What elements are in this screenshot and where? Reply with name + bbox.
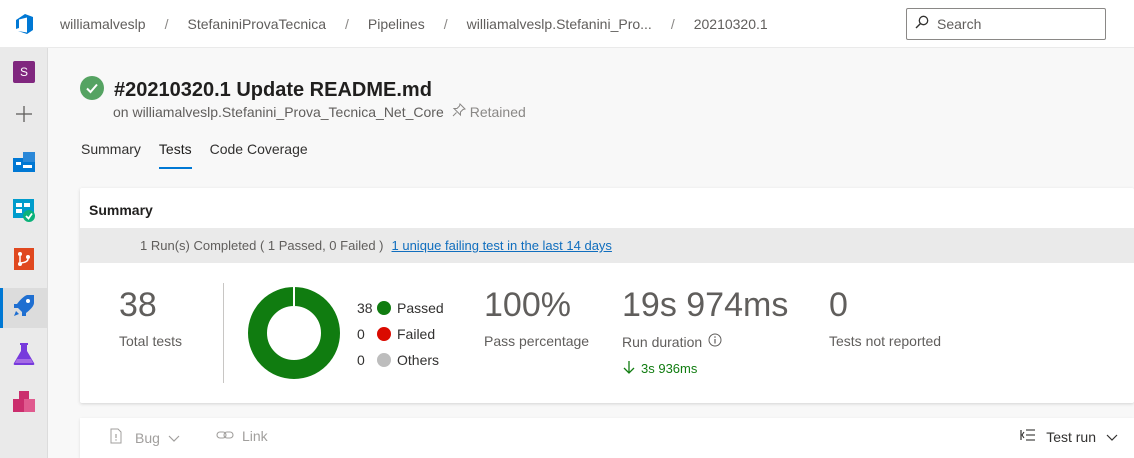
project-avatar: S [13, 61, 35, 83]
failed-label: Failed [397, 326, 436, 342]
run-duration-label: Run duration [622, 333, 703, 350]
breadcrumb-separator: / [670, 16, 675, 32]
build-title-row: #20210320.1 Update README.md [80, 76, 432, 105]
legend-others: 0 Others [357, 352, 439, 368]
link-label: Link [242, 428, 268, 444]
overview-icon [12, 151, 36, 178]
page-title: #20210320.1 Update README.md [114, 79, 432, 101]
tests-toolbar: Bug Link Test run [80, 418, 1134, 458]
link-icon [216, 428, 234, 444]
duration-delta-value: 3s 936ms [641, 361, 698, 376]
chevron-down-icon [168, 430, 180, 446]
retained-label: Retained [469, 103, 526, 120]
boards-icon [12, 198, 36, 227]
nav-test-plans[interactable] [0, 336, 48, 376]
duration-delta: 3s 936ms [622, 360, 697, 377]
chevron-down-icon [1106, 429, 1118, 445]
others-count: 0 [357, 352, 365, 368]
donut-slice-passed [248, 287, 340, 379]
search-input[interactable] [937, 16, 1097, 32]
outcome-donut-chart [248, 287, 340, 379]
left-navigation: S [0, 48, 48, 458]
passed-dot-icon [377, 301, 391, 315]
bug-icon [109, 428, 123, 447]
plus-icon [15, 105, 33, 128]
others-dot-icon [377, 353, 391, 367]
total-tests-label: Total tests [119, 333, 183, 349]
nav-project[interactable]: S [0, 52, 48, 92]
run-status-text: 1 Run(s) Completed ( 1 Passed, 0 Failed … [140, 238, 384, 253]
passed-count: 38 [357, 300, 373, 316]
test-run-dropdown[interactable]: Test run [1020, 428, 1118, 445]
breadcrumb-run[interactable]: 20210320.1 [694, 16, 768, 32]
breadcrumb-organization[interactable]: williamalveslp [60, 16, 146, 32]
breadcrumb-separator: / [345, 16, 349, 32]
arrow-down-icon [622, 360, 636, 377]
repos-icon [12, 247, 36, 276]
run-duration-row: Run duration [622, 333, 722, 350]
run-duration-value: 19s 974ms [622, 286, 789, 324]
bug-label: Bug [135, 429, 160, 446]
breadcrumb: williamalveslp / StefaniniProvaTecnica /… [60, 0, 768, 48]
nav-overview[interactable] [0, 144, 48, 184]
not-reported-value: 0 [829, 286, 848, 324]
test-plans-icon [12, 342, 36, 371]
breadcrumb-separator: / [164, 16, 169, 32]
legend-passed: 38 Passed [357, 300, 444, 316]
pass-percentage-value: 100% [484, 286, 571, 324]
retained-badge[interactable]: Retained [452, 103, 526, 120]
azure-devops-logo-icon[interactable] [0, 0, 48, 48]
top-bar: williamalveslp / StefaniniProvaTecnica /… [0, 0, 1134, 48]
tab-code-coverage[interactable]: Code Coverage [210, 141, 308, 169]
pin-icon [452, 103, 466, 120]
test-summary-card: Summary 1 Run(s) Completed ( 1 Passed, 0… [80, 188, 1134, 403]
search-box[interactable] [906, 8, 1106, 40]
total-tests-value: 38 [119, 286, 157, 324]
run-status-banner: 1 Run(s) Completed ( 1 Passed, 0 Failed … [80, 228, 1134, 263]
divider [223, 283, 224, 383]
group-by-icon [1020, 428, 1036, 445]
test-run-label: Test run [1046, 428, 1096, 445]
passed-label: Passed [397, 300, 444, 316]
failed-dot-icon [377, 327, 391, 341]
artifacts-icon [12, 390, 36, 419]
failing-tests-link[interactable]: 1 unique failing test in the last 14 day… [392, 238, 612, 253]
nav-repos[interactable] [0, 241, 48, 281]
branch-label: on williamalveslp.Stefanini_Prova_Tecnic… [113, 103, 444, 120]
info-icon[interactable] [708, 333, 722, 350]
legend-failed: 0 Failed [357, 326, 435, 342]
pass-percentage-label: Pass percentage [484, 333, 590, 349]
success-check-icon [80, 76, 104, 105]
nav-new[interactable] [0, 96, 48, 136]
build-subtitle: on williamalveslp.Stefanini_Prova_Tecnic… [113, 103, 526, 120]
breadcrumb-pipelines[interactable]: Pipelines [368, 16, 425, 32]
bug-button[interactable]: Bug [109, 428, 180, 447]
breadcrumb-separator: / [443, 16, 448, 32]
link-button[interactable]: Link [216, 428, 268, 444]
tab-bar: Summary Tests Code Coverage [81, 141, 326, 169]
pipelines-icon [12, 294, 36, 323]
breadcrumb-pipeline[interactable]: williamalveslp.Stefanini_Pro... [467, 16, 652, 32]
tab-summary[interactable]: Summary [81, 141, 141, 169]
others-label: Others [397, 352, 440, 368]
nav-boards[interactable] [0, 192, 48, 232]
not-reported-label: Tests not reported [829, 333, 942, 349]
tab-tests[interactable]: Tests [158, 141, 192, 169]
breadcrumb-project[interactable]: StefaniniProvaTecnica [187, 16, 326, 32]
nav-pipelines[interactable] [0, 288, 48, 328]
nav-artifacts[interactable] [0, 384, 48, 424]
failed-count: 0 [357, 326, 365, 342]
search-icon [915, 15, 929, 34]
summary-heading: Summary [89, 202, 153, 218]
